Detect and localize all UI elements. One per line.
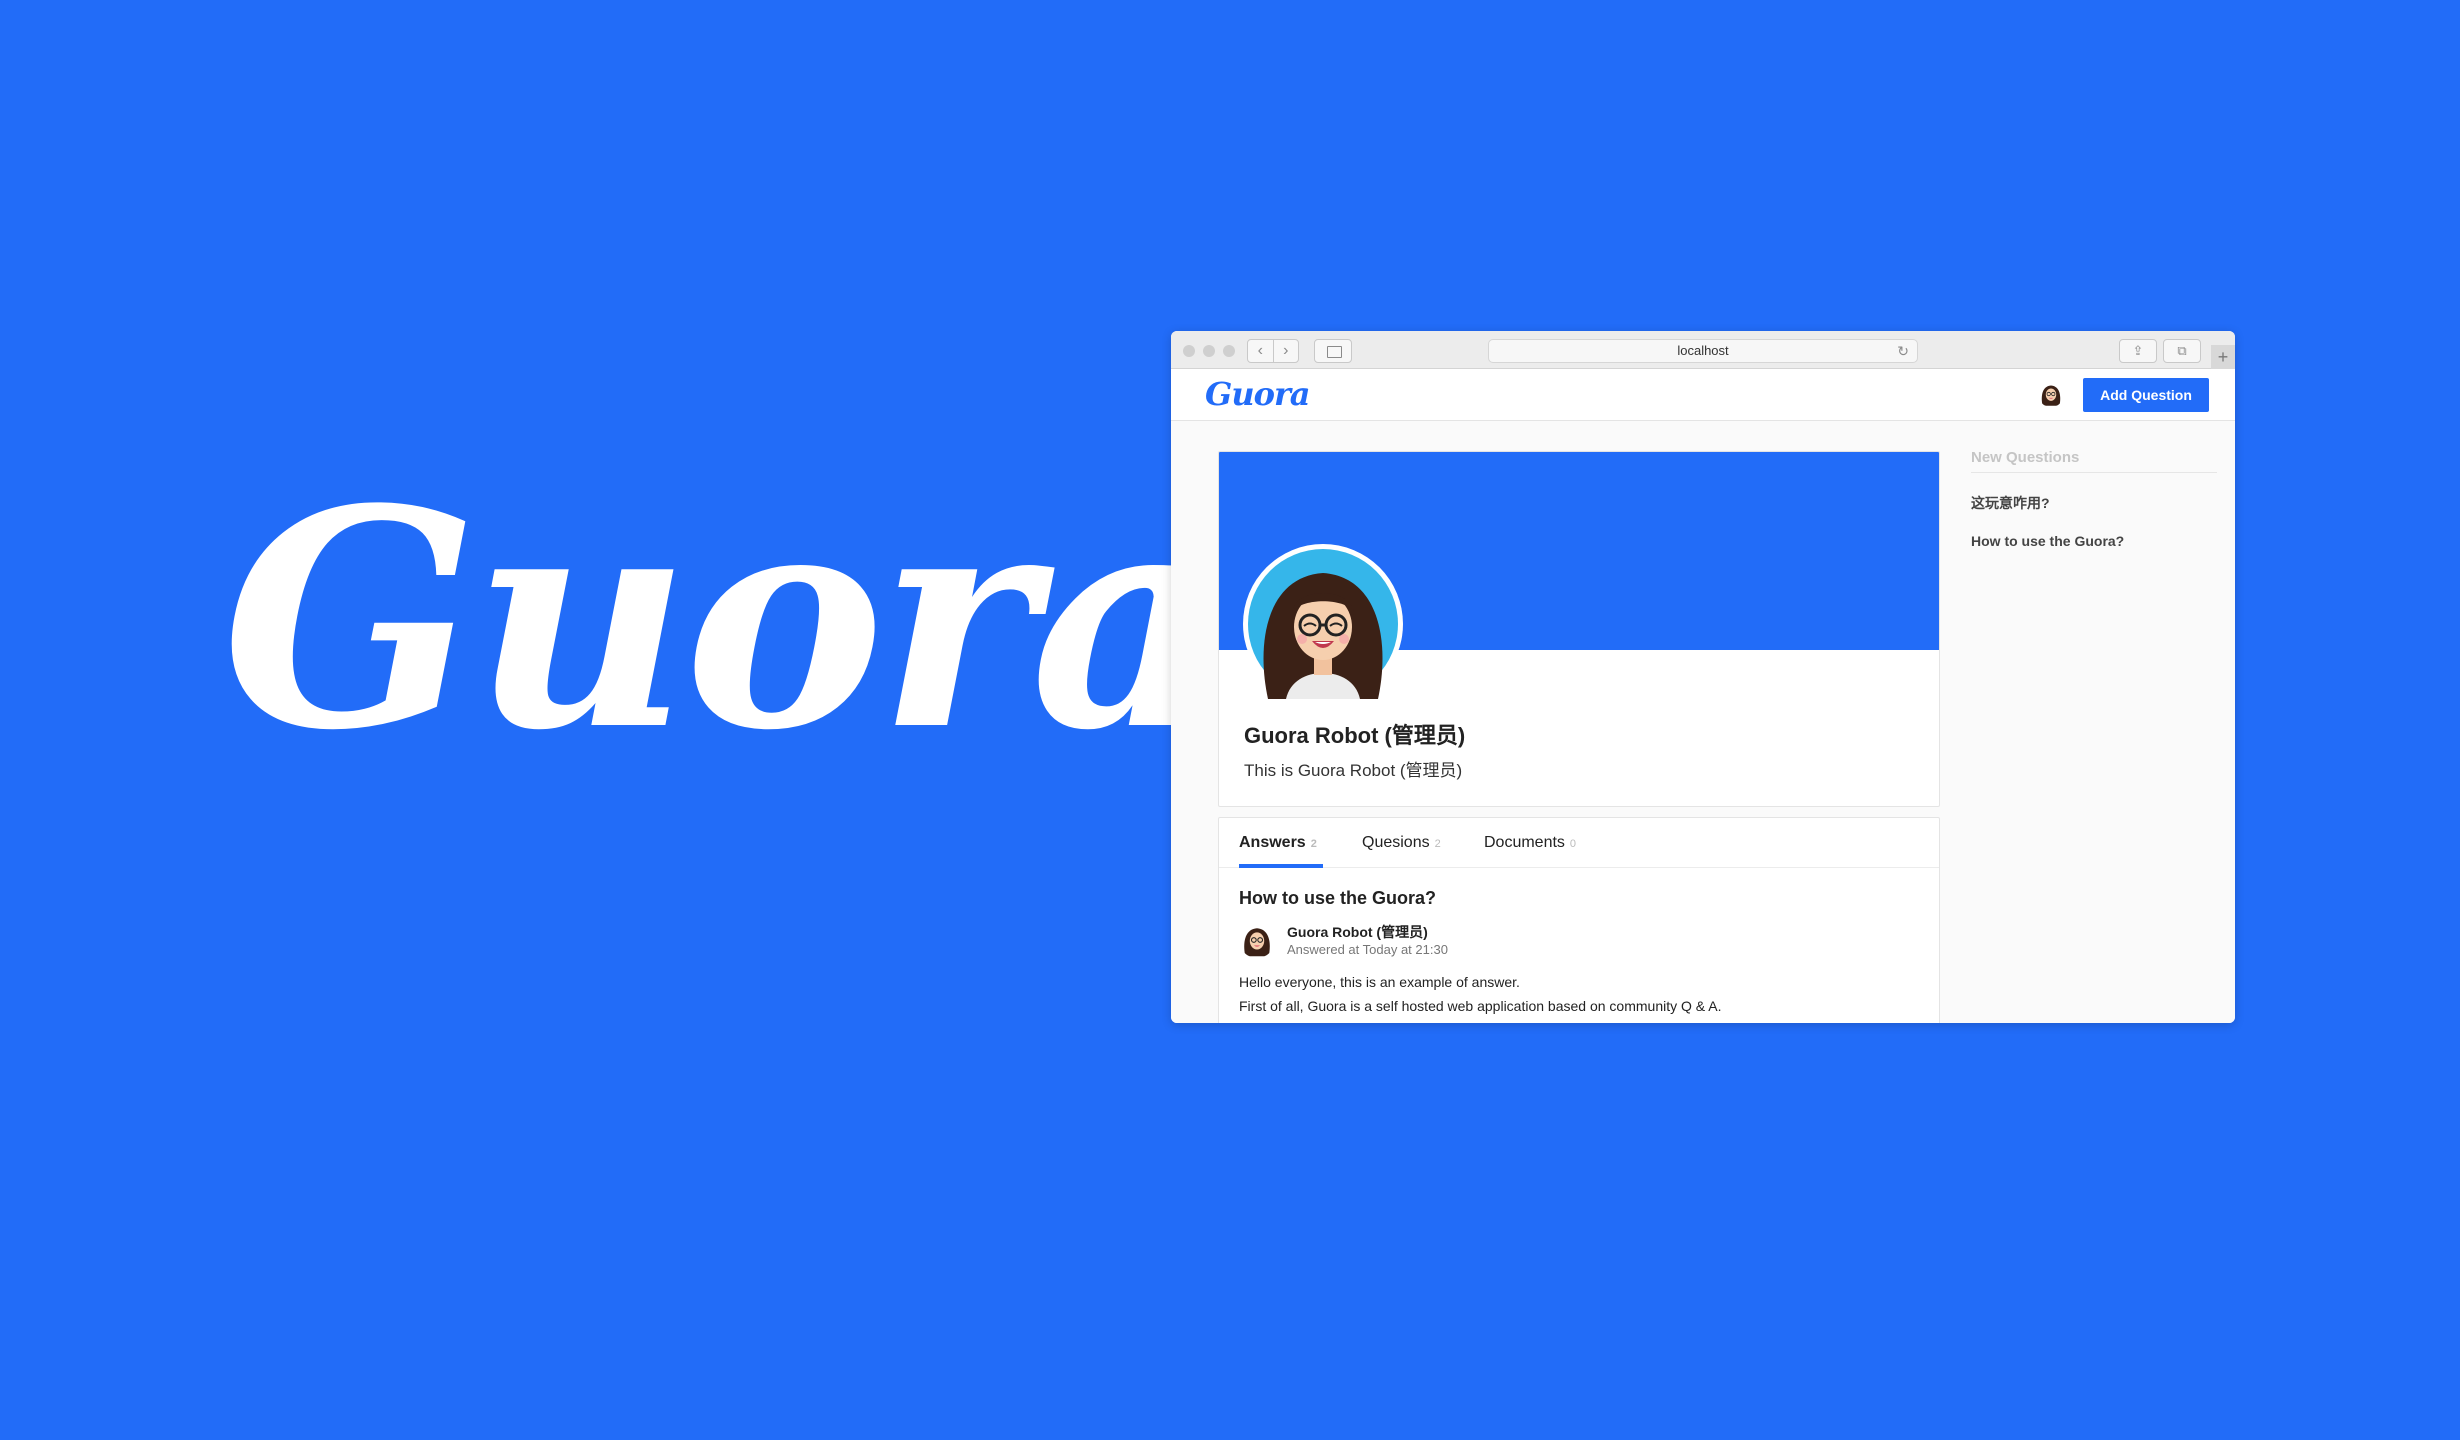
answer-text-line: Hello everyone, this is an example of an… — [1239, 974, 1520, 990]
add-question-button[interactable]: Add Question — [2083, 378, 2209, 412]
tab-count: 0 — [1569, 838, 1577, 850]
close-window-button[interactable] — [1183, 345, 1195, 357]
forward-icon[interactable]: › — [1274, 340, 1299, 362]
sidebar-question-link[interactable]: 这玩意咋用? — [1971, 493, 2217, 513]
new-questions-sidebar: New Questions 这玩意咋用? How to use the Guor… — [1971, 449, 2217, 549]
answer-author-name[interactable]: Guora Robot (管理员) — [1287, 922, 1428, 942]
activity-card: Answers 2 Quesions 2 Documents 0 How to use… — [1218, 817, 1940, 1023]
profile-bio: This is Guora Robot (管理员) — [1244, 761, 1463, 780]
tab-questions[interactable]: Quesions 2 — [1362, 834, 1441, 852]
reload-icon[interactable]: ↻ — [1897, 340, 1909, 362]
main-content: Guora Robot (管理员) This is Guora Robot (管… — [1171, 421, 2235, 1023]
back-icon[interactable]: ‹ — [1248, 340, 1274, 362]
sidebar-question-link[interactable]: How to use the Guora? — [1971, 533, 2217, 549]
app-logo[interactable]: Guora — [1205, 375, 1311, 413]
answer-question-title[interactable]: How to use the Guora? — [1239, 888, 1436, 909]
tabs-overview-icon[interactable]: ⧉ — [2163, 339, 2201, 363]
profile-avatar — [1243, 544, 1403, 704]
sidebar-toggle-icon[interactable] — [1314, 339, 1352, 363]
share-icon[interactable]: ⇪ — [2119, 339, 2157, 363]
history-nav: ‹ › — [1247, 339, 1299, 363]
profile-card: Guora Robot (管理员) This is Guora Robot (管… — [1218, 451, 1940, 807]
answer-timestamp: Answered at Today at 21:30 — [1287, 942, 1448, 957]
hero-logo: Guora — [222, 443, 1225, 796]
profile-name: Guora Robot (管理员) — [1244, 723, 1466, 748]
zoom-window-button[interactable] — [1223, 345, 1235, 357]
user-avatar[interactable] — [2038, 381, 2064, 407]
profile-tabs: Answers 2 Quesions 2 Documents 0 — [1219, 818, 1939, 868]
tab-answers[interactable]: Answers 2 — [1239, 834, 1317, 852]
answer-author-avatar[interactable] — [1239, 922, 1275, 958]
answer-text-line: First of all, Guora is a self hosted web… — [1239, 998, 1722, 1014]
tab-label: Quesions — [1362, 834, 1430, 851]
new-tab-icon[interactable]: + — [2211, 345, 2235, 369]
tab-count: 2 — [1310, 838, 1317, 850]
active-tab-indicator — [1239, 864, 1323, 868]
browser-window: ‹ › localhost ↻ ⇪ ⧉ + Guora Add Question — [1171, 331, 2235, 1023]
url-text: localhost — [1677, 343, 1729, 358]
browser-titlebar: ‹ › localhost ↻ ⇪ ⧉ + — [1171, 331, 2235, 369]
minimize-window-button[interactable] — [1203, 345, 1215, 357]
address-bar[interactable]: localhost ↻ — [1488, 339, 1918, 363]
sidebar-title: New Questions — [1971, 449, 2217, 473]
tab-count: 2 — [1434, 838, 1441, 850]
tab-documents[interactable]: Documents 0 — [1484, 834, 1576, 852]
tab-label: Documents — [1484, 834, 1565, 851]
tab-label: Answers — [1239, 834, 1306, 851]
app-header: Guora Add Question — [1171, 369, 2235, 421]
